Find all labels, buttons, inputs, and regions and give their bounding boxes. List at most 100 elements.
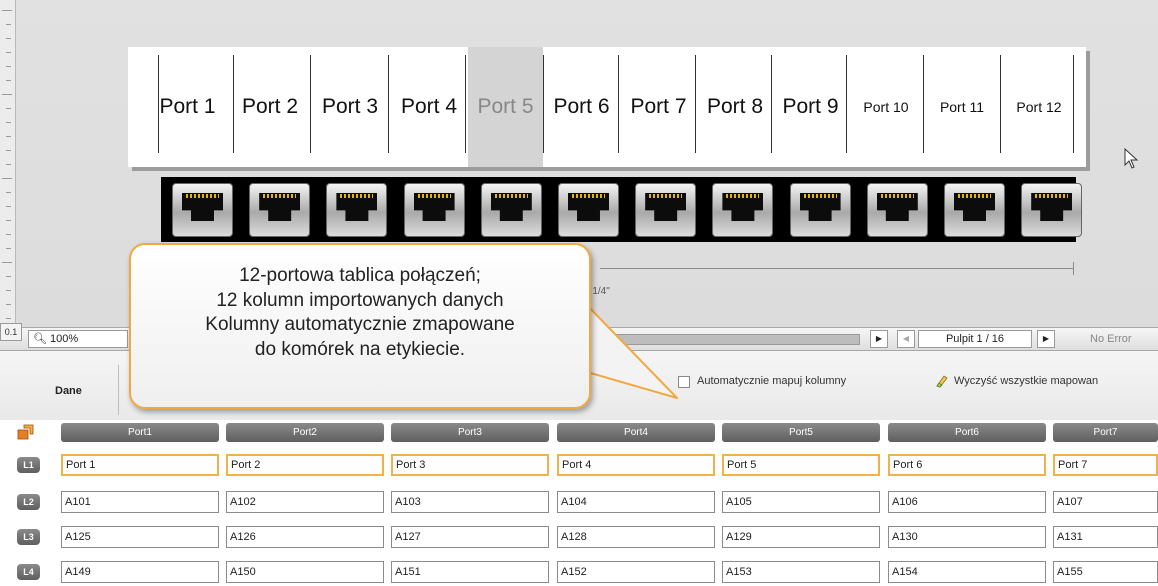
- clear-mappings-link[interactable]: Wyczyść wszystkie mapowan: [954, 375, 1098, 387]
- scroll-right-button[interactable]: ▶: [870, 330, 888, 348]
- callout-line: 12 kolumn importowanych danych: [216, 289, 504, 311]
- rj45-port-icon: [172, 183, 233, 237]
- grid-cell[interactable]: A149: [61, 561, 219, 583]
- grid-cell[interactable]: Port 6: [888, 454, 1046, 476]
- grid-cell[interactable]: A103: [391, 491, 549, 513]
- column-header[interactable]: Port7: [1053, 423, 1158, 442]
- ruler-tick: [6, 220, 11, 221]
- mouse-cursor-icon: [1124, 148, 1139, 169]
- grid-cell[interactable]: A153: [722, 561, 880, 583]
- zoom-control[interactable]: 🔍︎ 100%: [28, 330, 128, 348]
- cell-divider: [923, 55, 924, 153]
- import-icon[interactable]: [17, 424, 35, 440]
- ruler-tick: [6, 234, 11, 235]
- rj45-pins: [1035, 194, 1069, 198]
- ruler-tick: [6, 150, 11, 151]
- grid-cell[interactable]: A106: [888, 491, 1046, 513]
- ruler-tick: [6, 52, 11, 53]
- rj45-port-icon: [866, 183, 928, 237]
- label-port-cell[interactable]: Port 2: [230, 47, 310, 167]
- ruler-tick: [6, 122, 11, 123]
- cell-divider: [465, 55, 466, 153]
- zoom-icon: 🔍︎: [33, 333, 47, 345]
- cell-divider: [1000, 55, 1001, 153]
- rj45-port-icon: [558, 183, 619, 237]
- ruler-tick: [6, 164, 11, 165]
- callout-line: 12-portowa tablica połączeń;: [239, 265, 481, 286]
- grid-cell[interactable]: A129: [722, 526, 880, 548]
- rj45-port-icon: [480, 183, 542, 237]
- patch-panel-label[interactable]: Port 1 Port 2 Port 3 Port 4 Port 5 Port 6 Port…: [128, 47, 1086, 167]
- rj45-pins: [572, 194, 605, 198]
- grid-cell[interactable]: A107: [1053, 491, 1158, 513]
- page-prev-button[interactable]: ◀: [897, 330, 915, 348]
- callout-tail: [580, 297, 678, 399]
- column-header[interactable]: Port2: [226, 423, 384, 442]
- grid-cell[interactable]: A104: [557, 491, 715, 513]
- cell-divider: [388, 55, 389, 153]
- grid-cell[interactable]: A154: [888, 561, 1046, 583]
- rj45-port-icon: [635, 183, 697, 237]
- tab-divider: [118, 365, 119, 415]
- label-port-cell[interactable]: Port 10: [848, 47, 924, 167]
- rj45-port-icon: [403, 183, 465, 237]
- column-header[interactable]: Port4: [557, 423, 715, 442]
- grid-cell[interactable]: A150: [226, 561, 384, 583]
- ruler-tick: [6, 24, 11, 25]
- grid-cell[interactable]: A102: [226, 491, 384, 513]
- ruler-tick: [6, 206, 11, 207]
- ruler-tick: [6, 80, 11, 81]
- label-port-cell[interactable]: Port 4: [390, 47, 468, 167]
- cell-divider: [158, 55, 159, 153]
- grid-cell[interactable]: A155: [1053, 561, 1158, 583]
- grid-cell[interactable]: Port 4: [557, 454, 715, 476]
- ruler-units-toggle[interactable]: 0.1: [0, 323, 22, 341]
- row-badge: L2: [17, 494, 40, 510]
- ruler-tick: [6, 66, 11, 67]
- column-header[interactable]: Port1: [61, 423, 219, 442]
- rj45-pins: [494, 194, 528, 198]
- grid-cell[interactable]: A126: [226, 526, 384, 548]
- cell-divider: [1073, 55, 1074, 153]
- column-header[interactable]: Port3: [391, 423, 549, 442]
- grid-cell[interactable]: Port 2: [226, 454, 384, 476]
- grid-cell[interactable]: A101: [61, 491, 219, 513]
- tab-dane[interactable]: Dane: [55, 385, 82, 403]
- automap-label[interactable]: Automatycznie mapuj kolumny: [697, 375, 846, 387]
- vertical-ruler: [0, 0, 16, 327]
- label-port-cell[interactable]: Port 12: [1000, 47, 1078, 167]
- grid-cell[interactable]: A105: [722, 491, 880, 513]
- ruler-tick: [6, 136, 11, 137]
- label-port-cell[interactable]: Port 7: [620, 47, 697, 167]
- label-port-cell[interactable]: Port 3: [310, 47, 390, 167]
- grid-cell[interactable]: A127: [391, 526, 549, 548]
- column-header[interactable]: Port5: [722, 423, 880, 442]
- grid-cell[interactable]: A130: [888, 526, 1046, 548]
- grid-cell[interactable]: Port 3: [391, 454, 549, 476]
- grid-cell[interactable]: Port 5: [722, 454, 880, 476]
- column-header[interactable]: Port6: [888, 423, 1046, 442]
- rj45-pins: [417, 194, 451, 198]
- row-badge: L3: [17, 529, 40, 545]
- grid-cell[interactable]: A125: [61, 526, 219, 548]
- ruler-tick: [6, 318, 11, 319]
- eraser-icon[interactable]: [935, 374, 949, 388]
- cell-divider: [695, 55, 696, 153]
- ruler-tick: [6, 304, 11, 305]
- label-port-cell[interactable]: Port 9: [773, 47, 848, 167]
- grid-cell[interactable]: Port 7: [1053, 454, 1158, 476]
- zoom-value: 100%: [50, 333, 79, 345]
- label-port-cell[interactable]: Port 6: [543, 47, 620, 167]
- grid-cell[interactable]: A151: [391, 561, 549, 583]
- grid-cell[interactable]: Port 1: [61, 454, 219, 476]
- grid-cell[interactable]: A128: [557, 526, 715, 548]
- label-port-cell[interactable]: Port 5: [468, 47, 543, 167]
- ruler-tick: [2, 10, 12, 11]
- ruler-tick: [6, 276, 11, 277]
- label-port-cell[interactable]: Port 11: [924, 47, 1000, 167]
- label-port-cell[interactable]: Port 8: [697, 47, 773, 167]
- page-next-button[interactable]: ▶: [1037, 330, 1055, 348]
- rj45-pins: [880, 194, 914, 198]
- grid-cell[interactable]: A131: [1053, 526, 1158, 548]
- grid-cell[interactable]: A152: [557, 561, 715, 583]
